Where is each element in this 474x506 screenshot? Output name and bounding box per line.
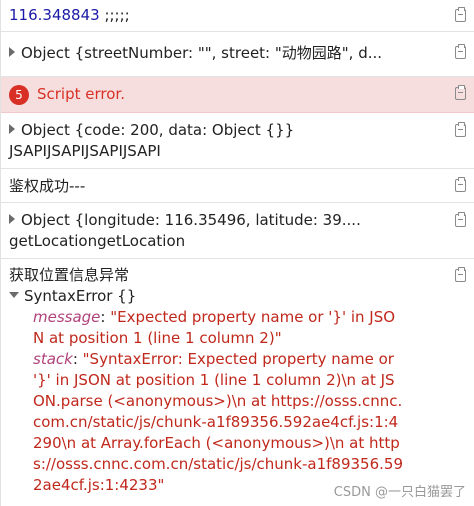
error-message: Script error. [37,85,125,103]
log-auth-string: JSAPIJSAPIJSAPIJSAPI [9,142,161,160]
stack-value: "SyntaxError: Expected property name or … [33,350,403,494]
log-auth-object: Object {code: 200, data: Object {}} [21,121,295,139]
syntax-error-object[interactable]: SyntaxError {} [9,286,434,307]
copy-icon[interactable] [455,212,466,227]
log-address-object: Object {streetNumber: "", street: "动物园路"… [21,44,383,62]
log-row-error: 5 Script error. [1,77,474,113]
expand-triangle-icon[interactable] [9,124,15,134]
log-location-string: getLocationgetLocation [9,232,186,250]
expand-triangle-icon[interactable] [9,214,15,224]
log-row-location-object[interactable]: Object {longitude: 116.35496, latitude: … [1,203,474,259]
error-stack-property: stack: "SyntaxError: Expected property n… [33,350,403,494]
log-number-value: 116.348843 [9,6,100,24]
stack-key: stack [33,350,73,368]
log-location-error-title: 获取位置信息异常 [9,266,130,284]
copy-icon[interactable] [455,85,466,100]
message-key: message [33,308,101,326]
expand-triangle-icon[interactable] [9,47,15,57]
copy-icon[interactable] [455,122,466,137]
watermark: CSDN @一只白猫罢了 [333,485,466,500]
copy-icon[interactable] [455,177,466,192]
log-location-object: Object {longitude: 116.35496, latitude: … [21,211,361,229]
log-row-auth-object[interactable]: Object {code: 200, data: Object {}} JSAP… [1,113,474,169]
log-auth-success-text: 鉴权成功--- [9,177,86,195]
log-row-number: 116.348843 ;;;;; [1,0,474,32]
log-row-location-error: 获取位置信息异常 SyntaxError {} message: "Expect… [1,259,474,496]
collapse-triangle-icon[interactable] [9,292,19,298]
log-number-suffix: ;;;;; [99,6,130,24]
log-row-auth-success: 鉴权成功--- [1,169,474,203]
console-panel: 116.348843 ;;;;; Object {streetNumber: "… [0,0,474,506]
log-row-address[interactable]: Object {streetNumber: "", street: "动物园路"… [1,32,474,77]
error-message-property: message: "Expected property name or '}' … [33,308,396,347]
copy-icon[interactable] [455,7,466,22]
copy-icon[interactable] [455,267,466,282]
copy-icon[interactable] [455,44,466,59]
error-count-badge: 5 [9,85,29,105]
